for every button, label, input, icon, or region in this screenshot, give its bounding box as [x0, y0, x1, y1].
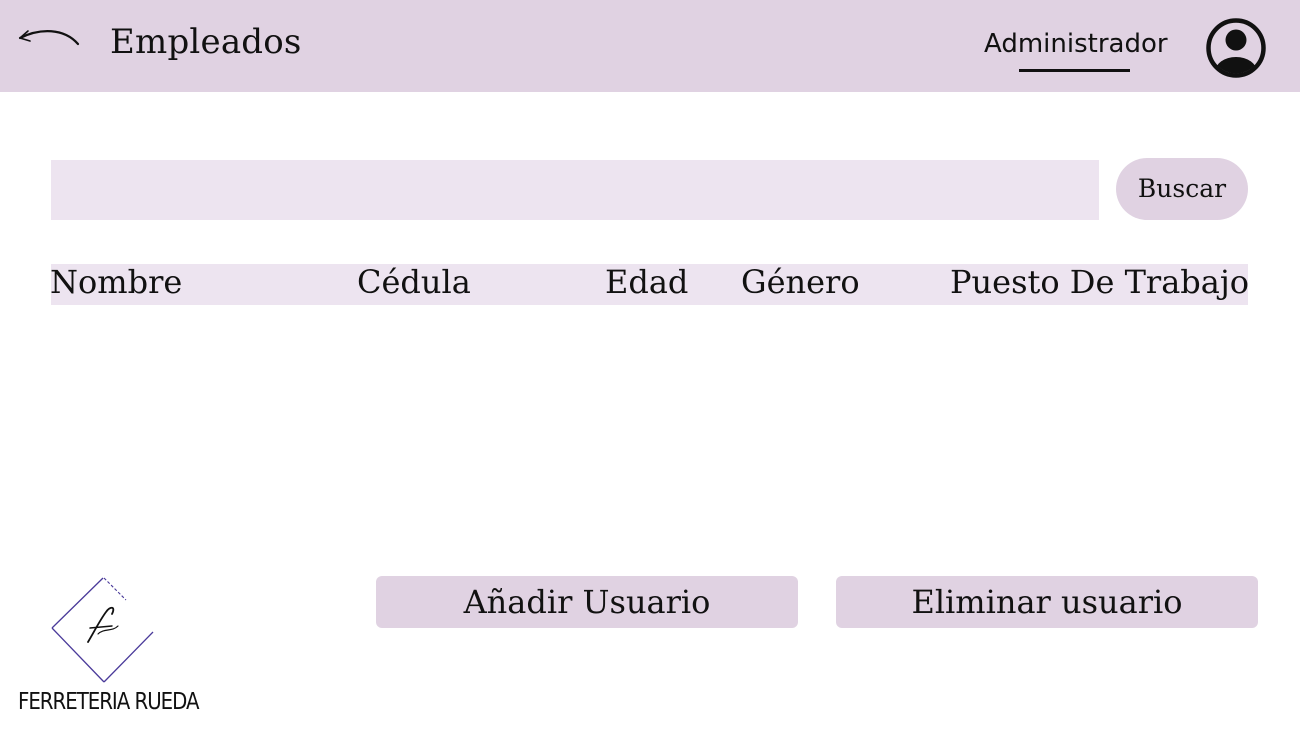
- active-tab-underline: [1019, 69, 1130, 72]
- employees-page: Empleados Administrador Buscar Nombre Cé…: [0, 0, 1300, 731]
- top-bar: Empleados Administrador: [0, 0, 1300, 92]
- add-user-button[interactable]: Añadir Usuario: [376, 576, 798, 628]
- column-header-nombre: Nombre: [50, 263, 183, 301]
- brand-name: FERRETERIA RUEDA: [18, 689, 199, 715]
- brand-logo: FERRETERIA RUEDA: [14, 572, 199, 722]
- column-header-genero: Género: [741, 263, 860, 301]
- diamond-f-logo-icon: [51, 577, 154, 683]
- search-button[interactable]: Buscar: [1116, 158, 1248, 220]
- delete-user-button[interactable]: Eliminar usuario: [836, 576, 1258, 628]
- column-header-edad: Edad: [605, 263, 689, 301]
- user-avatar-icon[interactable]: [1205, 17, 1267, 79]
- back-arrow-icon[interactable]: [12, 22, 84, 52]
- tab-administrador[interactable]: Administrador: [984, 28, 1168, 60]
- table-header: Nombre Cédula Edad Género Puesto De Trab…: [50, 263, 1250, 305]
- column-header-cedula: Cédula: [357, 263, 471, 301]
- page-title: Empleados: [110, 22, 302, 62]
- search-input[interactable]: [51, 160, 1099, 220]
- column-header-puesto: Puesto De Trabajo: [950, 263, 1250, 301]
